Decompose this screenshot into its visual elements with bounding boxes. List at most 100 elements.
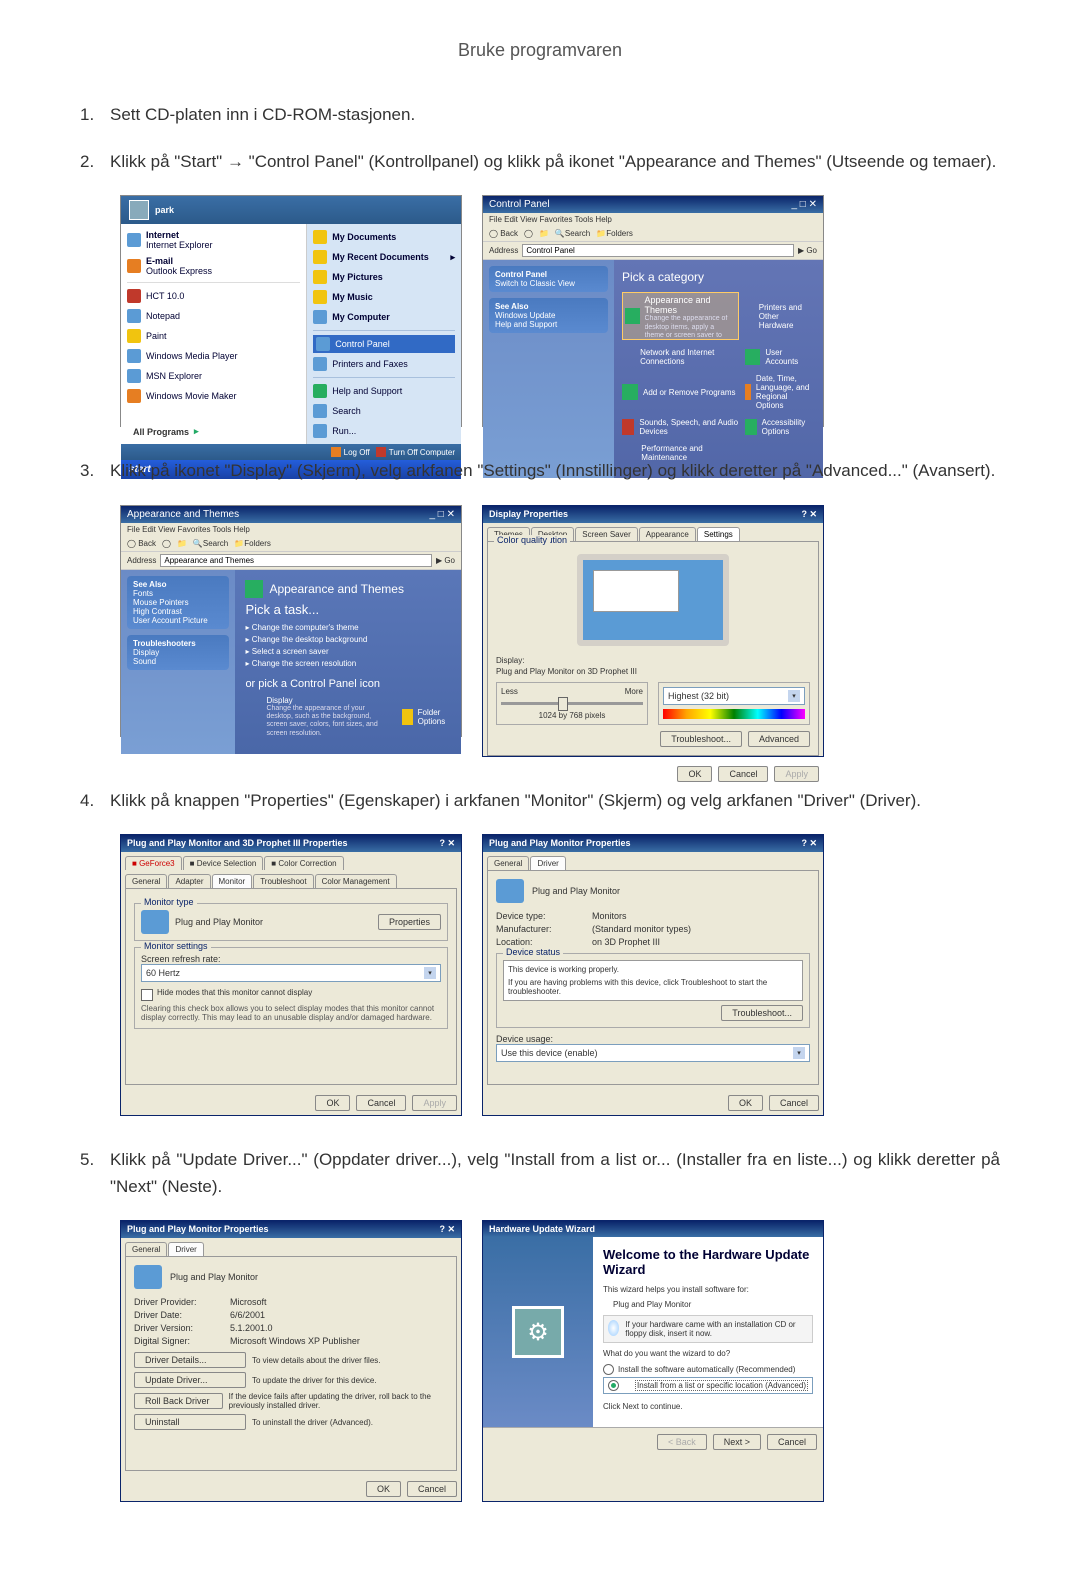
apply-button[interactable]: Apply bbox=[412, 1095, 457, 1111]
tab-geforce[interactable]: ■ GeForce3 bbox=[125, 856, 182, 870]
properties-button[interactable]: Properties bbox=[378, 914, 441, 930]
cat-sounds[interactable]: Sounds, Speech, and Audio Devices bbox=[622, 418, 739, 436]
fwd-button[interactable]: ◯ bbox=[524, 229, 533, 238]
window-controls-icon[interactable]: _ □ ✕ bbox=[791, 199, 817, 210]
cat-accessibility[interactable]: Accessibility Options bbox=[745, 418, 815, 436]
tab-color-correction[interactable]: ■ Color Correction bbox=[264, 856, 343, 870]
troubleshoot-button[interactable]: Troubleshoot... bbox=[721, 1005, 803, 1021]
tab-general[interactable]: General bbox=[125, 1242, 167, 1256]
side-link[interactable]: Fonts bbox=[133, 589, 223, 598]
side-link[interactable]: Help and Support bbox=[495, 320, 602, 329]
radio-list[interactable]: Install from a list or specific location… bbox=[603, 1377, 813, 1394]
menubar[interactable]: File Edit View Favorites Tools Help bbox=[483, 213, 823, 226]
sm-hct[interactable]: HCT 10.0 bbox=[127, 287, 300, 305]
side-link[interactable]: Windows Update bbox=[495, 311, 602, 320]
task-link[interactable]: ▸ Select a screen saver bbox=[245, 647, 451, 656]
cancel-button[interactable]: Cancel bbox=[356, 1095, 406, 1111]
folder-options-icon[interactable]: Folder Options bbox=[402, 696, 451, 739]
sm-email[interactable]: E-mailOutlook Express bbox=[127, 254, 300, 278]
task-link[interactable]: ▸ Change the desktop background bbox=[245, 635, 451, 644]
cat-addremove[interactable]: Add or Remove Programs bbox=[622, 374, 739, 410]
back-button[interactable]: ◯ Back bbox=[489, 229, 518, 238]
cancel-button[interactable]: Cancel bbox=[767, 1434, 817, 1450]
tab-colormgmt[interactable]: Color Management bbox=[315, 874, 397, 888]
ok-button[interactable]: OK bbox=[366, 1481, 401, 1497]
color-select[interactable]: Highest (32 bit)▾ bbox=[663, 687, 805, 705]
driver-details-button[interactable]: Driver Details... bbox=[134, 1352, 246, 1368]
sm-notepad[interactable]: Notepad bbox=[127, 307, 300, 325]
back-button[interactable]: < Back bbox=[657, 1434, 707, 1450]
up-icon[interactable]: 📁 bbox=[539, 229, 549, 238]
radio-auto[interactable]: Install the software automatically (Reco… bbox=[603, 1364, 813, 1375]
sm-mycomputer[interactable]: My Computer bbox=[313, 308, 455, 326]
sm-run[interactable]: Run... bbox=[313, 422, 455, 440]
usage-select[interactable]: Use this device (enable)▾ bbox=[496, 1044, 810, 1062]
sm-msn[interactable]: MSN Explorer bbox=[127, 367, 300, 385]
sm-control-panel[interactable]: Control Panel bbox=[313, 335, 455, 353]
fwd-button[interactable]: ◯ bbox=[162, 539, 171, 548]
side-link[interactable]: Display bbox=[133, 648, 223, 657]
side-link[interactable]: High Contrast bbox=[133, 607, 223, 616]
back-button[interactable]: ◯ Back bbox=[127, 539, 156, 548]
address-input[interactable] bbox=[522, 244, 794, 257]
ok-button[interactable]: OK bbox=[315, 1095, 350, 1111]
cancel-button[interactable]: Cancel bbox=[769, 1095, 819, 1111]
tab-monitor[interactable]: Monitor bbox=[212, 874, 253, 888]
cat-datetime[interactable]: Date, Time, Language, and Regional Optio… bbox=[745, 374, 815, 410]
turnoff-button[interactable]: Turn Off Computer bbox=[376, 447, 455, 457]
window-controls-icon[interactable]: ? ✕ bbox=[439, 1224, 455, 1235]
tab-troubleshoot[interactable]: Troubleshoot bbox=[253, 874, 313, 888]
refresh-select[interactable]: 60 Hertz▾ bbox=[141, 964, 441, 982]
go-button[interactable]: ▶ Go bbox=[798, 246, 817, 255]
sm-wmp[interactable]: Windows Media Player bbox=[127, 347, 300, 365]
search-button[interactable]: 🔍Search bbox=[193, 539, 228, 548]
apply-button[interactable]: Apply bbox=[774, 766, 819, 782]
cancel-button[interactable]: Cancel bbox=[407, 1481, 457, 1497]
sm-search[interactable]: Search bbox=[313, 402, 455, 420]
ok-button[interactable]: OK bbox=[677, 766, 712, 782]
tab-appearance[interactable]: Appearance bbox=[639, 527, 696, 541]
hide-modes-checkbox[interactable]: Hide modes that this monitor cannot disp… bbox=[141, 988, 441, 1001]
cancel-button[interactable]: Cancel bbox=[718, 766, 768, 782]
window-controls-icon[interactable]: ? ✕ bbox=[439, 838, 455, 849]
up-icon[interactable]: 📁 bbox=[177, 539, 187, 548]
rollback-button[interactable]: Roll Back Driver bbox=[134, 1393, 223, 1409]
side-link[interactable]: User Account Picture bbox=[133, 616, 223, 625]
tab-general[interactable]: General bbox=[125, 874, 167, 888]
tab-device-selection[interactable]: ■ Device Selection bbox=[183, 856, 264, 870]
display-icon[interactable]: DisplayChange the appearance of your des… bbox=[245, 696, 386, 739]
sm-recent[interactable]: My Recent Documents▸ bbox=[313, 248, 455, 266]
tab-driver[interactable]: Driver bbox=[530, 856, 565, 870]
sm-wmm[interactable]: Windows Movie Maker bbox=[127, 387, 300, 405]
sm-paint[interactable]: Paint bbox=[127, 327, 300, 345]
sm-music[interactable]: My Music bbox=[313, 288, 455, 306]
tab-general[interactable]: General bbox=[487, 856, 529, 870]
tab-driver[interactable]: Driver bbox=[168, 1242, 203, 1256]
address-input[interactable] bbox=[160, 554, 432, 567]
cat-printers[interactable]: Printers and Other Hardware bbox=[745, 292, 815, 340]
task-link[interactable]: ▸ Change the screen resolution bbox=[245, 659, 451, 668]
troubleshoot-button[interactable]: Troubleshoot... bbox=[660, 731, 742, 747]
update-driver-button[interactable]: Update Driver... bbox=[134, 1372, 246, 1388]
logoff-button[interactable]: Log Off bbox=[331, 447, 370, 457]
sm-pictures[interactable]: My Pictures bbox=[313, 268, 455, 286]
cat-users[interactable]: User Accounts bbox=[745, 348, 815, 366]
switch-classic-link[interactable]: Switch to Classic View bbox=[495, 279, 602, 288]
menubar[interactable]: File Edit View Favorites Tools Help bbox=[121, 523, 461, 536]
folders-button[interactable]: 📁Folders bbox=[234, 539, 271, 548]
side-link[interactable]: Mouse Pointers bbox=[133, 598, 223, 607]
cat-appearance[interactable]: Appearance and ThemesChange the appearan… bbox=[622, 292, 739, 340]
sm-printers[interactable]: Printers and Faxes bbox=[313, 355, 455, 373]
window-controls-icon[interactable]: ? ✕ bbox=[801, 838, 817, 849]
cat-network[interactable]: Network and Internet Connections bbox=[622, 348, 739, 366]
side-link[interactable]: Sound bbox=[133, 657, 223, 666]
uninstall-button[interactable]: Uninstall bbox=[134, 1414, 246, 1430]
sm-internet[interactable]: InternetInternet Explorer bbox=[127, 228, 300, 252]
window-controls-icon[interactable]: ? ✕ bbox=[801, 509, 817, 520]
search-button[interactable]: 🔍Search bbox=[555, 229, 590, 238]
folders-button[interactable]: 📁Folders bbox=[596, 229, 633, 238]
advanced-button[interactable]: Advanced bbox=[748, 731, 810, 747]
go-button[interactable]: ▶ Go bbox=[436, 556, 455, 565]
ok-button[interactable]: OK bbox=[728, 1095, 763, 1111]
task-link[interactable]: ▸ Change the computer's theme bbox=[245, 623, 451, 632]
